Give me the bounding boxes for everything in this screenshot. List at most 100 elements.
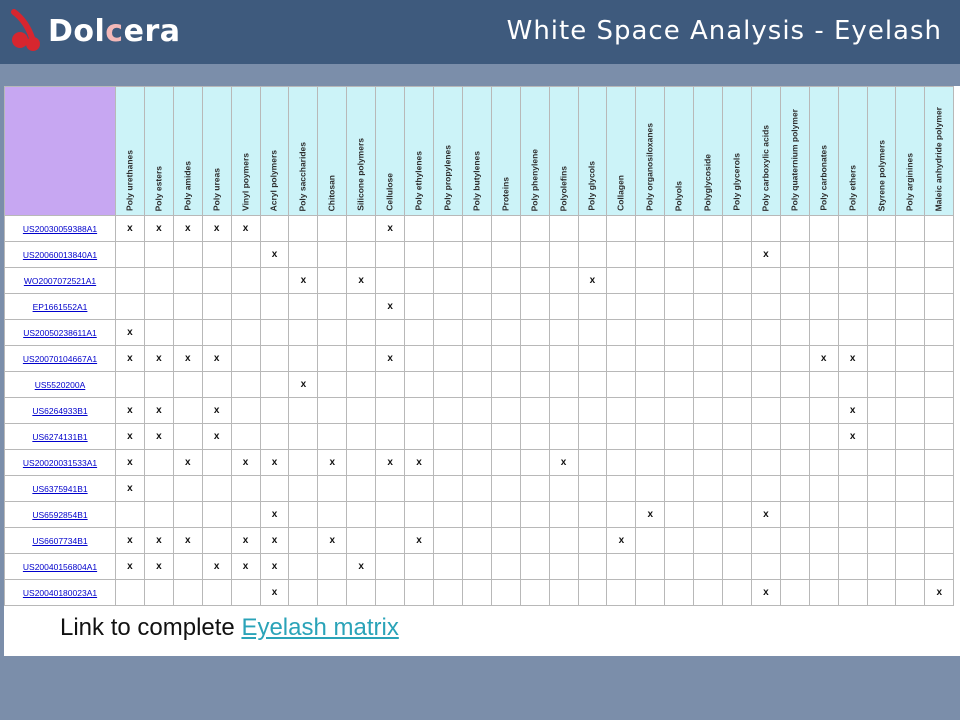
matrix-cell: x xyxy=(230,527,261,554)
matrix-cell xyxy=(866,215,897,242)
matrix-cell xyxy=(779,241,810,268)
matrix-cell xyxy=(895,319,926,346)
matrix-cell xyxy=(606,449,637,476)
matrix-cell: x xyxy=(375,449,406,476)
column-header-label: Poly glycols xyxy=(586,161,597,211)
patent-link[interactable]: US6274131B1 xyxy=(32,432,87,442)
matrix-cell xyxy=(635,423,666,450)
matrix-cell: x xyxy=(837,397,868,424)
column-header-label: Chitosan xyxy=(326,174,337,211)
patent-link[interactable]: US20030059388A1 xyxy=(23,224,97,234)
matrix-cell xyxy=(461,293,492,320)
patent-id-cell: US20060013840A1 xyxy=(4,241,116,268)
column-header-label: Poly arginines xyxy=(904,152,915,211)
matrix-cell xyxy=(230,579,261,606)
matrix-cell xyxy=(779,215,810,242)
patent-link[interactable]: US6607734B1 xyxy=(32,536,87,546)
matrix-cell xyxy=(693,319,724,346)
matrix-cell xyxy=(432,293,463,320)
patent-link[interactable]: US20060013840A1 xyxy=(23,250,97,260)
matrix-cell xyxy=(201,475,232,502)
patent-link[interactable]: US6592854B1 xyxy=(32,510,87,520)
matrix-cell xyxy=(750,423,781,450)
patent-link[interactable]: US5520200A xyxy=(35,380,86,390)
patent-id-cell: US6264933B1 xyxy=(4,397,116,424)
matrix-cell xyxy=(866,423,897,450)
patent-link[interactable]: US20020031533A1 xyxy=(23,458,97,468)
eyelash-matrix-link[interactable]: Eyelash matrix xyxy=(241,614,398,641)
matrix-cell xyxy=(172,475,203,502)
matrix-cell xyxy=(375,527,406,554)
dolcera-logo[interactable]: Dolcera xyxy=(8,6,180,56)
patent-id-cell: US6375941B1 xyxy=(4,475,116,502)
matrix-cell xyxy=(432,345,463,372)
matrix-cell xyxy=(317,475,348,502)
matrix-cell: x xyxy=(115,527,145,554)
matrix-cell xyxy=(750,553,781,580)
matrix-cell xyxy=(895,267,926,294)
matrix-cell: x xyxy=(172,215,203,242)
matrix-cell xyxy=(722,501,752,528)
matrix-cell xyxy=(172,397,203,424)
matrix-cell xyxy=(115,501,145,528)
matrix-cell xyxy=(635,293,666,320)
matrix-cell xyxy=(288,215,319,242)
matrix-cell xyxy=(664,449,695,476)
matrix-cell xyxy=(722,397,752,424)
matrix-cell xyxy=(461,267,492,294)
matrix-cell xyxy=(606,553,637,580)
matrix-cell xyxy=(346,423,377,450)
matrix-cell xyxy=(664,241,695,268)
table-row: US20050238611A1 x xyxy=(4,319,955,346)
patent-link[interactable]: US20040156804A1 xyxy=(23,562,97,572)
matrix-cell xyxy=(259,475,290,502)
matrix-cell xyxy=(172,293,203,320)
patent-link[interactable]: US6264933B1 xyxy=(32,406,87,416)
column-header-label: Poly quaternium polymer xyxy=(789,108,800,211)
patent-id-cell: US20070104667A1 xyxy=(4,345,116,372)
patent-link[interactable]: WO2007072521A1 xyxy=(24,276,96,286)
column-header-label: Styrene polymers xyxy=(876,139,887,211)
matrix-cell: x xyxy=(115,319,145,346)
column-header: Proteins xyxy=(490,86,521,216)
matrix-cell xyxy=(693,501,724,528)
patent-id-cell: US6607734B1 xyxy=(4,527,116,554)
column-header: Vinyl poymers xyxy=(230,86,261,216)
matrix-cell xyxy=(924,449,955,476)
column-header: Poly butylenes xyxy=(461,86,492,216)
matrix-cell xyxy=(722,475,752,502)
matrix-cell xyxy=(924,475,955,502)
matrix-cell xyxy=(230,423,261,450)
matrix-cell: x xyxy=(115,475,145,502)
matrix-corner-cell xyxy=(4,86,116,216)
matrix-cell xyxy=(548,345,579,372)
patent-link[interactable]: US20040180023A1 xyxy=(23,588,97,598)
matrix-cell xyxy=(808,501,839,528)
matrix-cell xyxy=(750,293,781,320)
matrix-cell xyxy=(866,241,897,268)
patent-id-cell: US20030059388A1 xyxy=(4,215,116,242)
column-header-label: Maleic anhydride polymer xyxy=(933,106,944,211)
matrix-cell xyxy=(548,475,579,502)
patent-link[interactable]: US6375941B1 xyxy=(32,484,87,494)
column-header: Styrene polymers xyxy=(866,86,897,216)
matrix-cell xyxy=(490,241,521,268)
matrix-cell xyxy=(519,579,550,606)
matrix-cell xyxy=(808,553,839,580)
matrix-cell xyxy=(143,371,174,398)
patent-link[interactable]: US20050238611A1 xyxy=(23,328,97,338)
matrix-cell xyxy=(924,423,955,450)
matrix-cell xyxy=(837,371,868,398)
matrix-cell: x xyxy=(548,449,579,476)
table-row: US6607734B1 x x x x x x x x xyxy=(4,527,955,554)
matrix-cell xyxy=(895,215,926,242)
matrix-cell xyxy=(143,475,174,502)
matrix-cell xyxy=(866,501,897,528)
column-header: Poly urethanes xyxy=(115,86,145,216)
matrix-cell xyxy=(346,345,377,372)
patent-link[interactable]: US20070104667A1 xyxy=(23,354,97,364)
patent-id-cell: WO2007072521A1 xyxy=(4,267,116,294)
patent-link[interactable]: EP1661552A1 xyxy=(33,302,88,312)
column-header-label: Poly glycerols xyxy=(731,153,742,211)
column-header: Cellulose xyxy=(375,86,406,216)
